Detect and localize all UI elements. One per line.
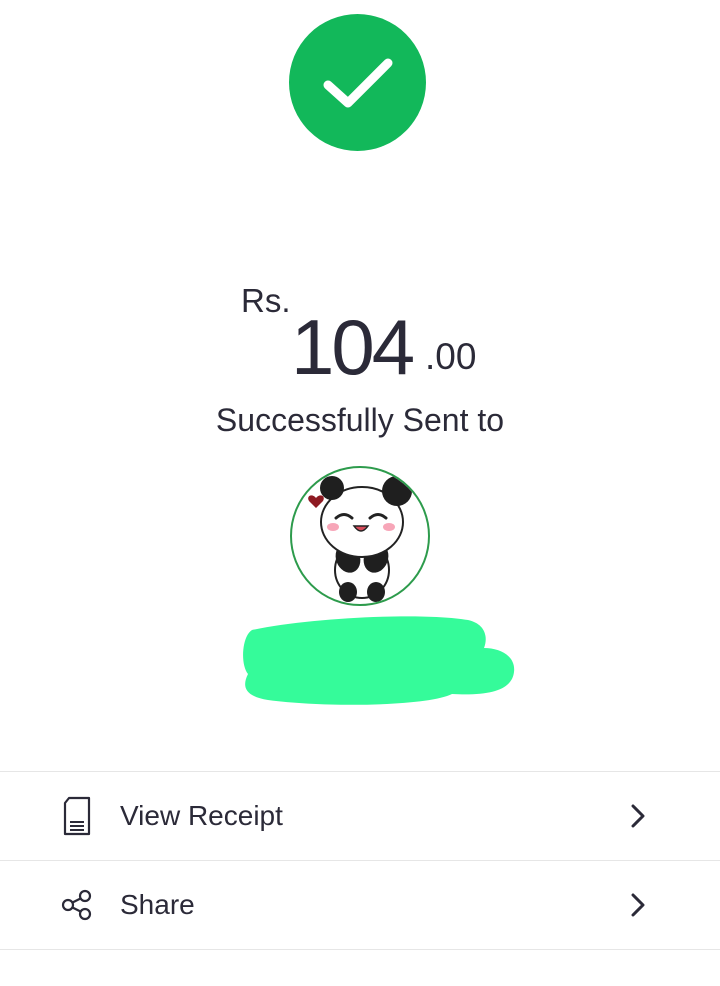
status-message: Successfully Sent to [215,402,505,438]
recipient-name-redaction [243,616,515,705]
receipt-icon [58,795,96,837]
amount-decimal: .00 [425,336,477,377]
amount-whole: 104 [291,303,415,391]
chevron-right-icon [626,890,650,920]
share-icon [58,884,96,926]
share-row[interactable]: Share [0,860,720,950]
panda-avatar-icon [308,476,412,602]
success-check-badge [289,14,426,151]
share-label: Share [120,889,195,920]
amount-currency: Rs. [241,282,291,319]
action-list: View Receipt Share [0,771,720,950]
recipient-avatar [290,466,430,606]
view-receipt-label: View Receipt [120,800,283,831]
chevron-right-icon [626,801,650,831]
amount-display: Rs. 104 .00 [0,280,720,391]
view-receipt-row[interactable]: View Receipt [0,771,720,860]
checkmark-icon [323,58,392,107]
